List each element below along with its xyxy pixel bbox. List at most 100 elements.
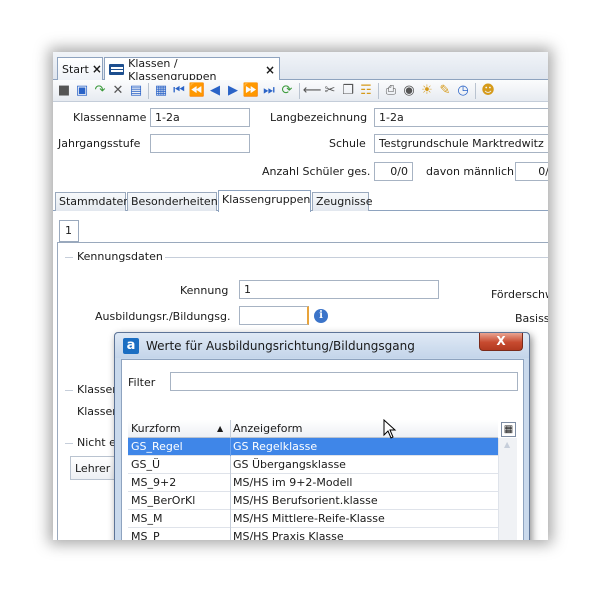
column-header-kurzform[interactable]: Kurzform [131,422,181,435]
dialog-titlebar[interactable]: a Werte für Ausbildungsrichtung/Bildungs… [115,333,529,358]
save-icon[interactable]: ▣ [73,82,91,100]
list-icon[interactable]: ▦ [152,82,170,100]
tab-start-label: Start [62,62,89,76]
kurzform-cell: MS_P [131,530,160,540]
column-separator [230,528,231,540]
first-record-icon[interactable]: ⏮ [170,82,188,100]
nicht-group-title: Nicht e [74,436,119,449]
table-row[interactable]: MS_9+2 MS/HS im 9+2-Modell [128,474,498,492]
anzahl-schueler-field[interactable]: 0/0 [374,162,413,181]
kennung-label: Kennung [180,284,229,297]
grid-header: Kurzform ▲ Anzeigeform [128,420,498,438]
column-separator [230,492,231,510]
toolbar: ■ ▣ ↷ ✕ ▤ ▦ ⏮ ⏪ ◀ ▶ ⏩ ⏭ ⟳ ⟵ ✂ ❐ ☶ ⎙ ◉ ☀ … [53,80,548,102]
kennung-field[interactable]: 1 [239,280,439,299]
tab-zeugnisse[interactable]: Zeugnisse [312,192,373,211]
tab-besonderheiten[interactable]: Besonderheiten [127,192,218,211]
anzahl-schueler-label: Anzahl Schüler ges. [262,165,371,178]
toolbar-separator [148,82,149,99]
langbezeichnung-label: Langbezeichnung [270,111,368,124]
jahrgangsstufe-field[interactable] [150,134,250,153]
next-page-icon[interactable]: ⏩ [242,82,260,100]
tab-gruppe-1[interactable]: 1 [59,220,79,242]
tab-klassengruppen[interactable]: Klassengruppen [218,190,311,212]
class-list-icon [109,64,125,75]
anzeigeform-cell: MS/HS Mittlere-Reife-Klasse [233,512,385,525]
next-record-icon[interactable]: ▶ [224,82,242,100]
group-line [65,257,73,258]
klassen-field-label: Klasser [77,405,117,418]
schule-field[interactable]: Testgrundschule Marktredwitz [374,134,548,153]
copy-icon[interactable]: ❐ [339,82,357,100]
table-row[interactable]: GS_Regel GS Regelklasse [128,438,498,456]
foerderschwerpunkt-label: Förderschw [491,288,548,301]
mouse-cursor-icon [383,419,397,439]
lookup-dialog: a Werte für Ausbildungsrichtung/Bildungs… [114,332,530,540]
column-separator [230,438,231,456]
close-icon[interactable]: × [92,62,102,76]
basisstufe-label: Basiss [515,312,548,325]
document-tab-strip: Start × Klassen / Klassengruppen × [53,52,548,83]
schule-label: Schule [329,137,366,150]
preview-icon[interactable]: ◉ [400,82,418,100]
klassenname-field[interactable]: 1-2a [150,108,250,127]
table-row[interactable]: MS_P MS/HS Praxis Klasse [128,528,498,540]
column-separator [230,456,231,474]
ausbildungsrichtung-field[interactable] [239,306,309,325]
close-icon[interactable]: × [265,63,275,77]
column-separator [230,510,231,528]
vertical-scrollbar[interactable]: ▲ [498,438,517,540]
langbezeichnung-field[interactable]: 1-2a [374,108,548,127]
kurzform-cell: MS_9+2 [131,476,177,489]
column-chooser-icon[interactable]: ▦ [501,422,516,437]
brush-icon[interactable]: ✎ [436,82,454,100]
form-icon[interactable]: ▤ [127,82,145,100]
dialog-close-button[interactable]: X [479,333,523,351]
anzeigeform-cell: MS/HS im 9+2-Modell [233,476,353,489]
undo-icon[interactable]: ↷ [91,82,109,100]
group-line [165,257,548,258]
last-record-icon[interactable]: ⏭ [260,82,278,100]
scroll-up-icon[interactable]: ▲ [504,440,510,449]
klassen-group-title: Klasser [74,383,120,396]
application-window: Start × Klassen / Klassengruppen × ■ ▣ ↷… [53,52,548,540]
clock-icon[interactable]: ◷ [454,82,472,100]
table-row[interactable]: MS_M MS/HS Mittlere-Reife-Klasse [128,510,498,528]
table-row[interactable]: GS_Ü GS Übergangsklasse [128,456,498,474]
previous-page-icon[interactable]: ⏪ [188,82,206,100]
print-icon[interactable]: ⎙ [382,82,400,100]
delete-icon[interactable]: ✕ [109,82,127,100]
tab-stammdaten[interactable]: Stammdaten [55,192,130,211]
previous-record-icon[interactable]: ◀ [206,82,224,100]
anzeigeform-cell: GS Übergangsklasse [233,458,346,471]
tab-klassen[interactable]: Klassen / Klassengruppen × [104,57,280,83]
toolbar-separator [378,82,379,99]
anzeigeform-cell: MS/HS Berufsorient.klasse [233,494,378,507]
tab-start[interactable]: Start × [57,57,103,80]
info-icon[interactable]: i [314,309,328,323]
ausbildungsrichtung-label: Ausbildungsr./Bildungsg. [95,310,231,323]
group-line [65,443,73,444]
davon-maennlich-field[interactable]: 0/ [515,162,548,181]
column-header-anzeigeform[interactable]: Anzeigeform [233,422,303,435]
toolbar-separator [475,82,476,99]
filter-input[interactable] [170,372,518,391]
dialog-title: Werte für Ausbildungsrichtung/Bildungsga… [146,339,415,353]
table-row[interactable]: MS_BerOrKl MS/HS Berufsorient.klasse [128,492,498,510]
anzeigeform-cell: GS Regelklasse [233,440,318,453]
sort-ascending-icon[interactable]: ▲ [217,424,223,433]
app-logo-icon: a [123,338,139,354]
new-icon[interactable]: ■ [55,82,73,100]
kurzform-cell: MS_M [131,512,163,525]
davon-maennlich-label: davon männlich [426,165,514,178]
paste-icon[interactable]: ☶ [357,82,375,100]
refresh-icon[interactable]: ⟳ [278,82,296,100]
kurzform-cell: MS_BerOrKl [131,494,196,507]
form-tab-strip: Stammdaten Besonderheiten Klassengruppen… [53,190,548,212]
kennungsdaten-title: Kennungsdaten [74,250,166,263]
anzeigeform-cell: MS/HS Praxis Klasse [233,530,344,540]
user-icon[interactable]: ☻ [479,82,497,100]
cut-icon[interactable]: ✂ [321,82,339,100]
lightbulb-icon[interactable]: ☀ [418,82,436,100]
back-arrow-icon[interactable]: ⟵ [303,82,322,100]
